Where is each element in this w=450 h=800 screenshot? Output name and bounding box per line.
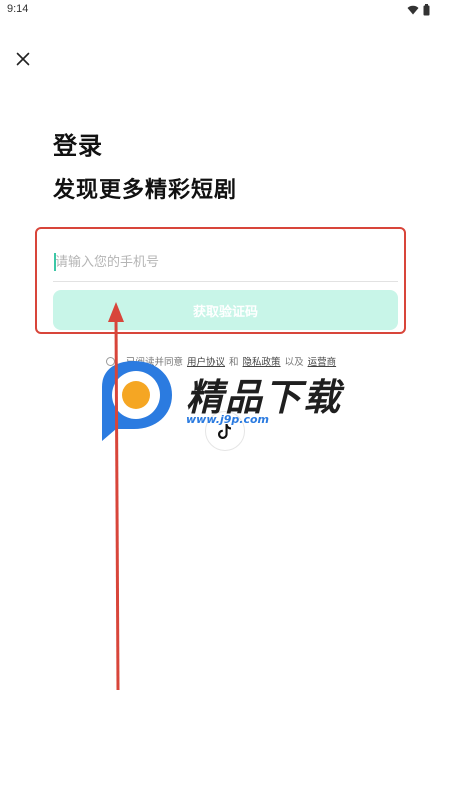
get-code-button[interactable]: 获取验证码 [53,290,398,330]
status-time: 9:14 [7,3,29,15]
page-subtitle: 发现更多精彩短剧 [53,178,238,203]
wifi-icon [407,5,419,15]
page-title: 登录 [53,132,103,160]
text-caret [54,253,56,271]
close-icon [16,52,30,66]
watermark: 精品下载 www.j9p.com [98,357,358,447]
status-icons [407,4,430,16]
close-button[interactable] [12,48,34,70]
phone-input[interactable] [53,244,398,281]
watermark-logo-icon [102,361,172,441]
status-bar: 9:14 [0,0,450,22]
battery-icon [423,4,430,16]
phone-input-container [53,244,398,282]
watermark-url: www.j9p.com [186,413,269,426]
